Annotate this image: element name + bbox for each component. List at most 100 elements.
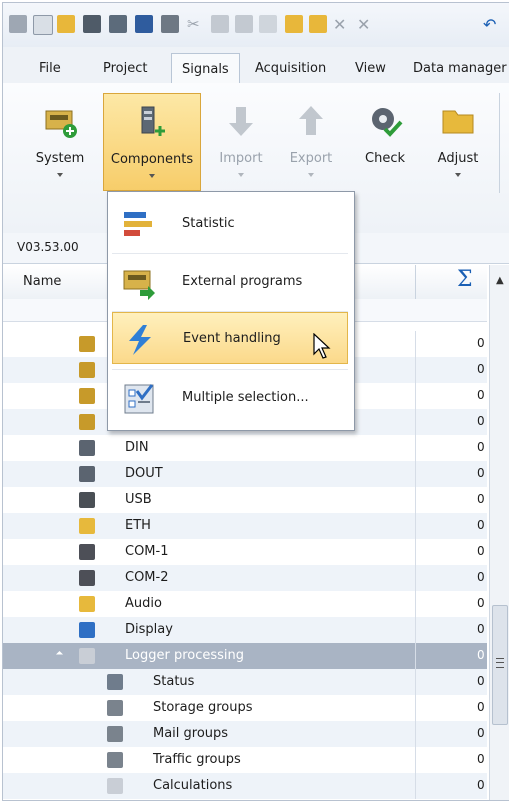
table-row[interactable]: ETH 0 bbox=[3, 513, 487, 539]
add-icon[interactable] bbox=[309, 15, 327, 33]
row-count: 0 bbox=[477, 336, 485, 350]
components-button[interactable]: Components bbox=[103, 93, 201, 191]
event-handling-icon bbox=[129, 325, 151, 355]
row-count: 0 bbox=[477, 388, 485, 402]
export-button[interactable]: Export bbox=[281, 93, 341, 191]
open-icon[interactable] bbox=[57, 15, 75, 33]
row-label: COM-2 bbox=[125, 570, 169, 585]
tab-view[interactable]: View bbox=[355, 61, 386, 76]
table-row[interactable]: Traffic groups 0 bbox=[3, 747, 487, 773]
import-icon[interactable] bbox=[259, 15, 277, 33]
tab-signals[interactable]: Signals bbox=[171, 53, 240, 83]
column-divider bbox=[415, 461, 416, 487]
com-icon bbox=[79, 570, 95, 586]
delete-icon[interactable]: ✕ bbox=[333, 15, 351, 34]
row-label: Traffic groups bbox=[153, 752, 241, 767]
check-label: Check bbox=[365, 151, 405, 166]
column-divider bbox=[415, 435, 416, 461]
audio-icon bbox=[79, 596, 95, 612]
external-programs-label: External programs bbox=[182, 274, 303, 289]
auto-icon[interactable] bbox=[135, 15, 153, 33]
traffic-icon bbox=[107, 752, 123, 768]
column-divider bbox=[415, 331, 416, 357]
export-icon[interactable] bbox=[285, 15, 303, 33]
undo-icon[interactable]: ↶ bbox=[483, 15, 501, 34]
menu-item-external-programs[interactable]: External programs bbox=[112, 256, 348, 308]
row-count: 0 bbox=[477, 700, 485, 714]
row-count: 0 bbox=[477, 492, 485, 506]
new-file-icon[interactable] bbox=[33, 15, 53, 35]
menu-item-multiple-selection[interactable]: Multiple selection... bbox=[112, 372, 348, 424]
table-row[interactable]: DIN 0 bbox=[3, 435, 487, 461]
save-icon[interactable] bbox=[83, 15, 101, 33]
table-row[interactable]: COM-2 0 bbox=[3, 565, 487, 591]
column-header-name[interactable]: Name bbox=[23, 274, 61, 289]
save-as-icon[interactable] bbox=[109, 15, 127, 33]
adjust-label: Adjust bbox=[437, 151, 479, 166]
menu-item-statistic[interactable]: Statistic bbox=[112, 198, 348, 250]
row-count: 0 bbox=[477, 648, 485, 662]
dropdown-arrow-icon bbox=[455, 173, 461, 177]
ribbon-tabs: File Project Signals Acquisition View Da… bbox=[3, 47, 509, 84]
row-count: 0 bbox=[477, 518, 485, 532]
column-divider bbox=[415, 617, 416, 643]
version-label: V03.53.00 bbox=[17, 240, 79, 254]
copy-icon[interactable] bbox=[211, 15, 229, 33]
table-row[interactable]: COM-1 0 bbox=[3, 539, 487, 565]
import-button[interactable]: Import bbox=[211, 93, 271, 191]
din-icon bbox=[79, 440, 95, 456]
com-icon bbox=[79, 544, 95, 560]
column-divider bbox=[415, 773, 416, 799]
column-divider[interactable] bbox=[415, 265, 416, 299]
open-folder-icon[interactable] bbox=[9, 15, 27, 33]
scroll-up-icon[interactable]: ▲ bbox=[496, 275, 504, 286]
sum-icon[interactable]: Σ bbox=[457, 267, 473, 292]
row-count: 0 bbox=[477, 544, 485, 558]
table-row[interactable]: Display 0 bbox=[3, 617, 487, 643]
row-count: 0 bbox=[477, 440, 485, 454]
row-label: Audio bbox=[125, 596, 162, 611]
adjust-button[interactable]: Adjust bbox=[427, 93, 489, 191]
scrollbar-thumb[interactable] bbox=[492, 605, 508, 725]
row-count: 0 bbox=[477, 466, 485, 480]
row-label: Storage groups bbox=[153, 700, 253, 715]
components-label: Components bbox=[110, 152, 194, 167]
cut-icon[interactable]: ✂ bbox=[187, 15, 205, 33]
table-row[interactable]: Logger processing 0 bbox=[3, 643, 487, 669]
tab-project[interactable]: Project bbox=[103, 61, 147, 76]
vertical-scrollbar[interactable]: ▲ bbox=[489, 265, 509, 800]
table-row[interactable]: Status 0 bbox=[3, 669, 487, 695]
system-button[interactable]: System bbox=[31, 93, 89, 191]
check-gear-icon bbox=[372, 108, 403, 137]
tab-acquisition[interactable]: Acquisition bbox=[255, 61, 326, 76]
application-window: ✂ ✕ ✕ ↶ File Project Signals Acquisition… bbox=[2, 2, 509, 801]
eth-icon bbox=[79, 518, 95, 534]
folder-icon bbox=[442, 110, 474, 134]
column-divider bbox=[415, 643, 416, 669]
row-label: Status bbox=[153, 674, 195, 689]
collapse-arrow-icon[interactable] bbox=[55, 650, 64, 659]
tab-data-manager[interactable]: Data manager bbox=[413, 61, 507, 76]
table-row[interactable]: Calculations 0 bbox=[3, 773, 487, 799]
column-divider bbox=[415, 409, 416, 435]
check-button[interactable]: Check bbox=[355, 93, 415, 191]
row-label: ETH bbox=[125, 518, 151, 533]
dropdown-arrow-icon bbox=[149, 174, 155, 178]
column-divider bbox=[415, 695, 416, 721]
paste-icon[interactable] bbox=[235, 15, 253, 33]
multiple-selection-label: Multiple selection... bbox=[182, 390, 309, 405]
delete-all-icon[interactable]: ✕ bbox=[357, 15, 375, 34]
column-divider bbox=[415, 565, 416, 591]
table-row[interactable]: Audio 0 bbox=[3, 591, 487, 617]
table-row[interactable]: USB 0 bbox=[3, 487, 487, 513]
tab-file[interactable]: File bbox=[39, 61, 61, 76]
dropdown-arrow-icon bbox=[308, 173, 314, 177]
export-arrow-icon bbox=[299, 106, 323, 135]
print-icon[interactable] bbox=[161, 15, 179, 33]
column-divider bbox=[415, 357, 416, 383]
row-label: USB bbox=[125, 492, 152, 507]
system-label: System bbox=[35, 151, 85, 166]
table-row[interactable]: DOUT 0 bbox=[3, 461, 487, 487]
table-row[interactable]: Storage groups 0 bbox=[3, 695, 487, 721]
table-row[interactable]: Mail groups 0 bbox=[3, 721, 487, 747]
